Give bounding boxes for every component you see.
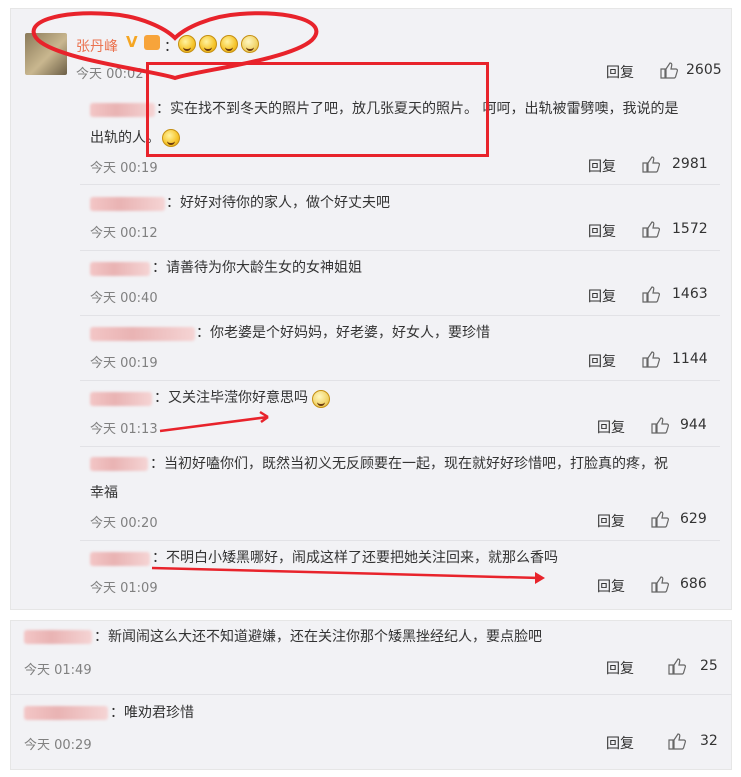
annotation-arrow-1	[159, 415, 269, 433]
annotation-heart-outline	[31, 11, 319, 81]
annotation-arrow-2	[151, 566, 541, 580]
annotation-arrowhead-2	[535, 572, 545, 584]
annotation-overlay	[31, 11, 545, 584]
